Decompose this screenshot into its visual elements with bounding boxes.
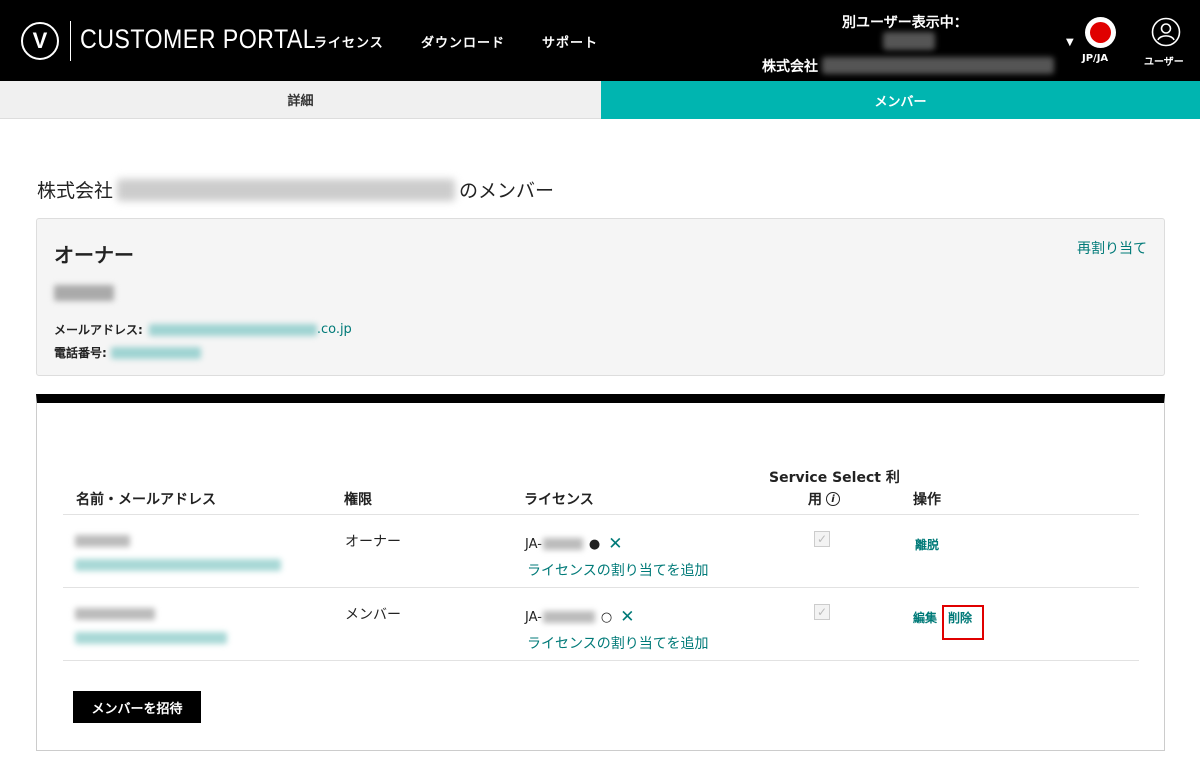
language-flag-icon[interactable] <box>1085 17 1116 48</box>
header-name-email: 名前・メールアドレス <box>76 492 216 508</box>
row-divider <box>63 514 1139 515</box>
tab-members[interactable]: メンバー <box>601 81 1200 119</box>
header-actions: 操作 <box>913 492 941 508</box>
info-icon[interactable]: i <box>826 492 840 506</box>
logo-icon[interactable]: V <box>21 22 59 60</box>
logo-divider <box>70 21 71 61</box>
company-name-redacted <box>117 178 456 201</box>
reassign-link[interactable]: 再割り当て <box>1077 238 1147 258</box>
delete-highlight-box <box>942 605 984 640</box>
members-panel: 名前・メールアドレス 権限 ライセンス Service Select 利 用 i… <box>36 394 1165 751</box>
invite-member-button[interactable]: メンバーを招待 <box>73 691 201 723</box>
logo-letter: V <box>32 28 48 53</box>
license-prefix: JA- <box>525 609 542 625</box>
header-service-select-line2: 用 i <box>808 489 840 509</box>
license-number-redacted <box>542 611 595 623</box>
page-title: 株式会社 のメンバー <box>37 176 554 203</box>
remove-license-icon[interactable]: ✕ <box>608 534 622 554</box>
chevron-down-icon[interactable]: ▼ <box>1066 37 1074 48</box>
header-license: ライセンス <box>524 492 594 508</box>
viewing-company-redacted <box>822 57 1054 74</box>
owner-title: オーナー <box>54 243 134 267</box>
license-status-icon: ○ <box>600 609 613 625</box>
nav-licenses[interactable]: ライセンス <box>314 32 384 51</box>
member-role: オーナー <box>345 534 401 550</box>
page-title-prefix: 株式会社 <box>37 180 114 202</box>
row-divider <box>63 660 1139 661</box>
service-select-checkbox[interactable]: ✓ <box>814 604 830 620</box>
edit-link[interactable]: 編集 <box>913 609 937 626</box>
owner-email-domain[interactable]: .co.jp <box>317 322 352 337</box>
row-divider <box>63 587 1139 588</box>
owner-email-redacted[interactable] <box>148 323 317 336</box>
member-role: メンバー <box>345 607 401 623</box>
owner-card: オーナー 再割り当て メールアドレス: .co.jp 電話番号: <box>36 218 1165 376</box>
member-email-redacted[interactable] <box>75 632 227 644</box>
owner-phone-row: 電話番号: <box>54 344 201 361</box>
add-license-link[interactable]: ライセンスの割り当てを追加 <box>527 560 708 580</box>
add-license-link[interactable]: ライセンスの割り当てを追加 <box>527 633 708 653</box>
language-label[interactable]: JP/JA <box>1082 53 1108 64</box>
member-name-redacted <box>75 535 130 547</box>
viewing-as-label: 別ユーザー表示中： <box>842 15 968 31</box>
owner-email-row: メールアドレス: .co.jp <box>54 321 352 338</box>
header-role: 権限 <box>344 492 372 508</box>
header-service-select-text: 用 <box>808 492 822 508</box>
user-icon[interactable] <box>1151 17 1181 47</box>
license-number-redacted <box>542 538 583 550</box>
viewing-company-prefix: 株式会社 <box>762 59 818 75</box>
license-prefix: JA- <box>525 536 542 552</box>
page-title-suffix: のメンバー <box>459 180 555 202</box>
nav-downloads[interactable]: ダウンロード <box>421 32 505 51</box>
service-select-checkbox[interactable]: ✓ <box>814 531 830 547</box>
viewing-user-name-redacted <box>883 32 935 50</box>
portal-title[interactable]: CUSTOMER PORTAL <box>80 24 316 55</box>
email-label: メールアドレス: <box>54 323 143 337</box>
top-header: V CUSTOMER PORTAL ライセンス ダウンロード サポート 別ユーザ… <box>0 0 1200 81</box>
tab-detail[interactable]: 詳細 <box>0 81 601 119</box>
remove-license-icon[interactable]: ✕ <box>620 607 634 627</box>
phone-label: 電話番号: <box>54 346 107 360</box>
user-menu-label[interactable]: ユーザー <box>1144 53 1184 68</box>
member-email-redacted[interactable] <box>75 559 281 571</box>
license-id: JA- ● ✕ <box>525 534 623 554</box>
flag-dot <box>1090 22 1111 43</box>
license-id: JA- ○ ✕ <box>525 607 635 627</box>
header-service-select-line1: Service Select 利 <box>769 470 900 486</box>
leave-link[interactable]: 離脱 <box>915 536 939 553</box>
owner-name-redacted <box>54 285 114 301</box>
license-status-icon: ● <box>588 536 601 552</box>
nav-support[interactable]: サポート <box>542 32 598 51</box>
tab-bar: 詳細 メンバー <box>0 81 1200 119</box>
member-name-redacted <box>75 608 155 620</box>
owner-phone-redacted[interactable] <box>110 346 201 359</box>
